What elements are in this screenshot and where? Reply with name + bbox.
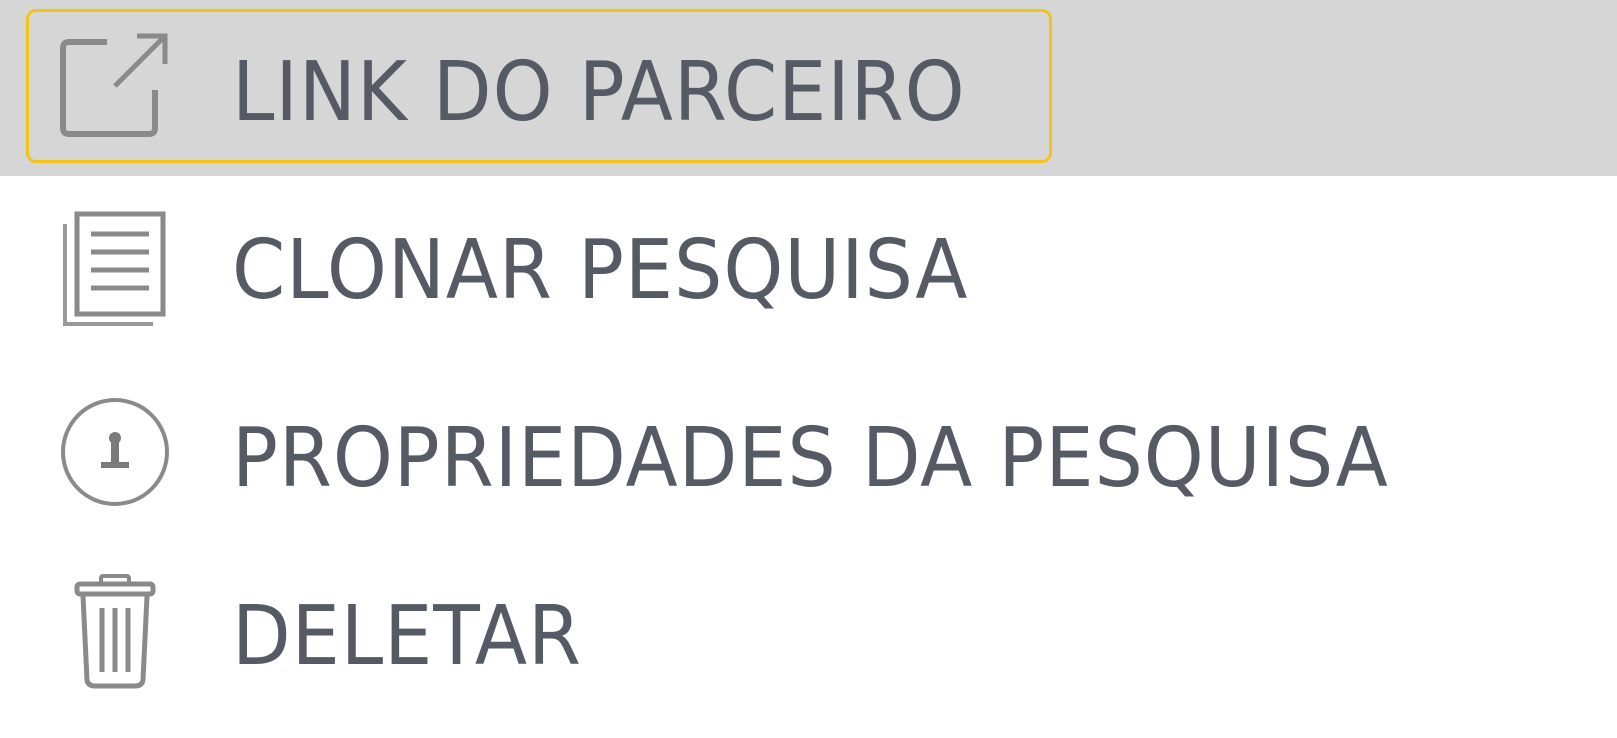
menu-item-label: PROPRIEDADES DA PESQUISA — [232, 411, 1389, 506]
properties-icon — [55, 392, 175, 512]
trash-icon — [55, 574, 175, 694]
context-menu: LINK DO PARCEIRO CLONAR PESQUISA PROPRIE… — [0, 0, 1617, 738]
external-link-icon — [55, 28, 175, 148]
menu-item-label: DELETAR — [232, 589, 582, 684]
menu-item-delete[interactable]: DELETAR — [0, 546, 1617, 738]
menu-item-clone-survey[interactable]: CLONAR PESQUISA — [0, 180, 1617, 358]
copy-document-icon — [55, 208, 175, 328]
menu-item-survey-properties[interactable]: PROPRIEDADES DA PESQUISA — [0, 362, 1617, 542]
menu-item-partner-link[interactable]: LINK DO PARCEIRO — [0, 0, 1617, 176]
menu-item-label: LINK DO PARCEIRO — [232, 45, 966, 140]
menu-item-label: CLONAR PESQUISA — [232, 223, 969, 318]
